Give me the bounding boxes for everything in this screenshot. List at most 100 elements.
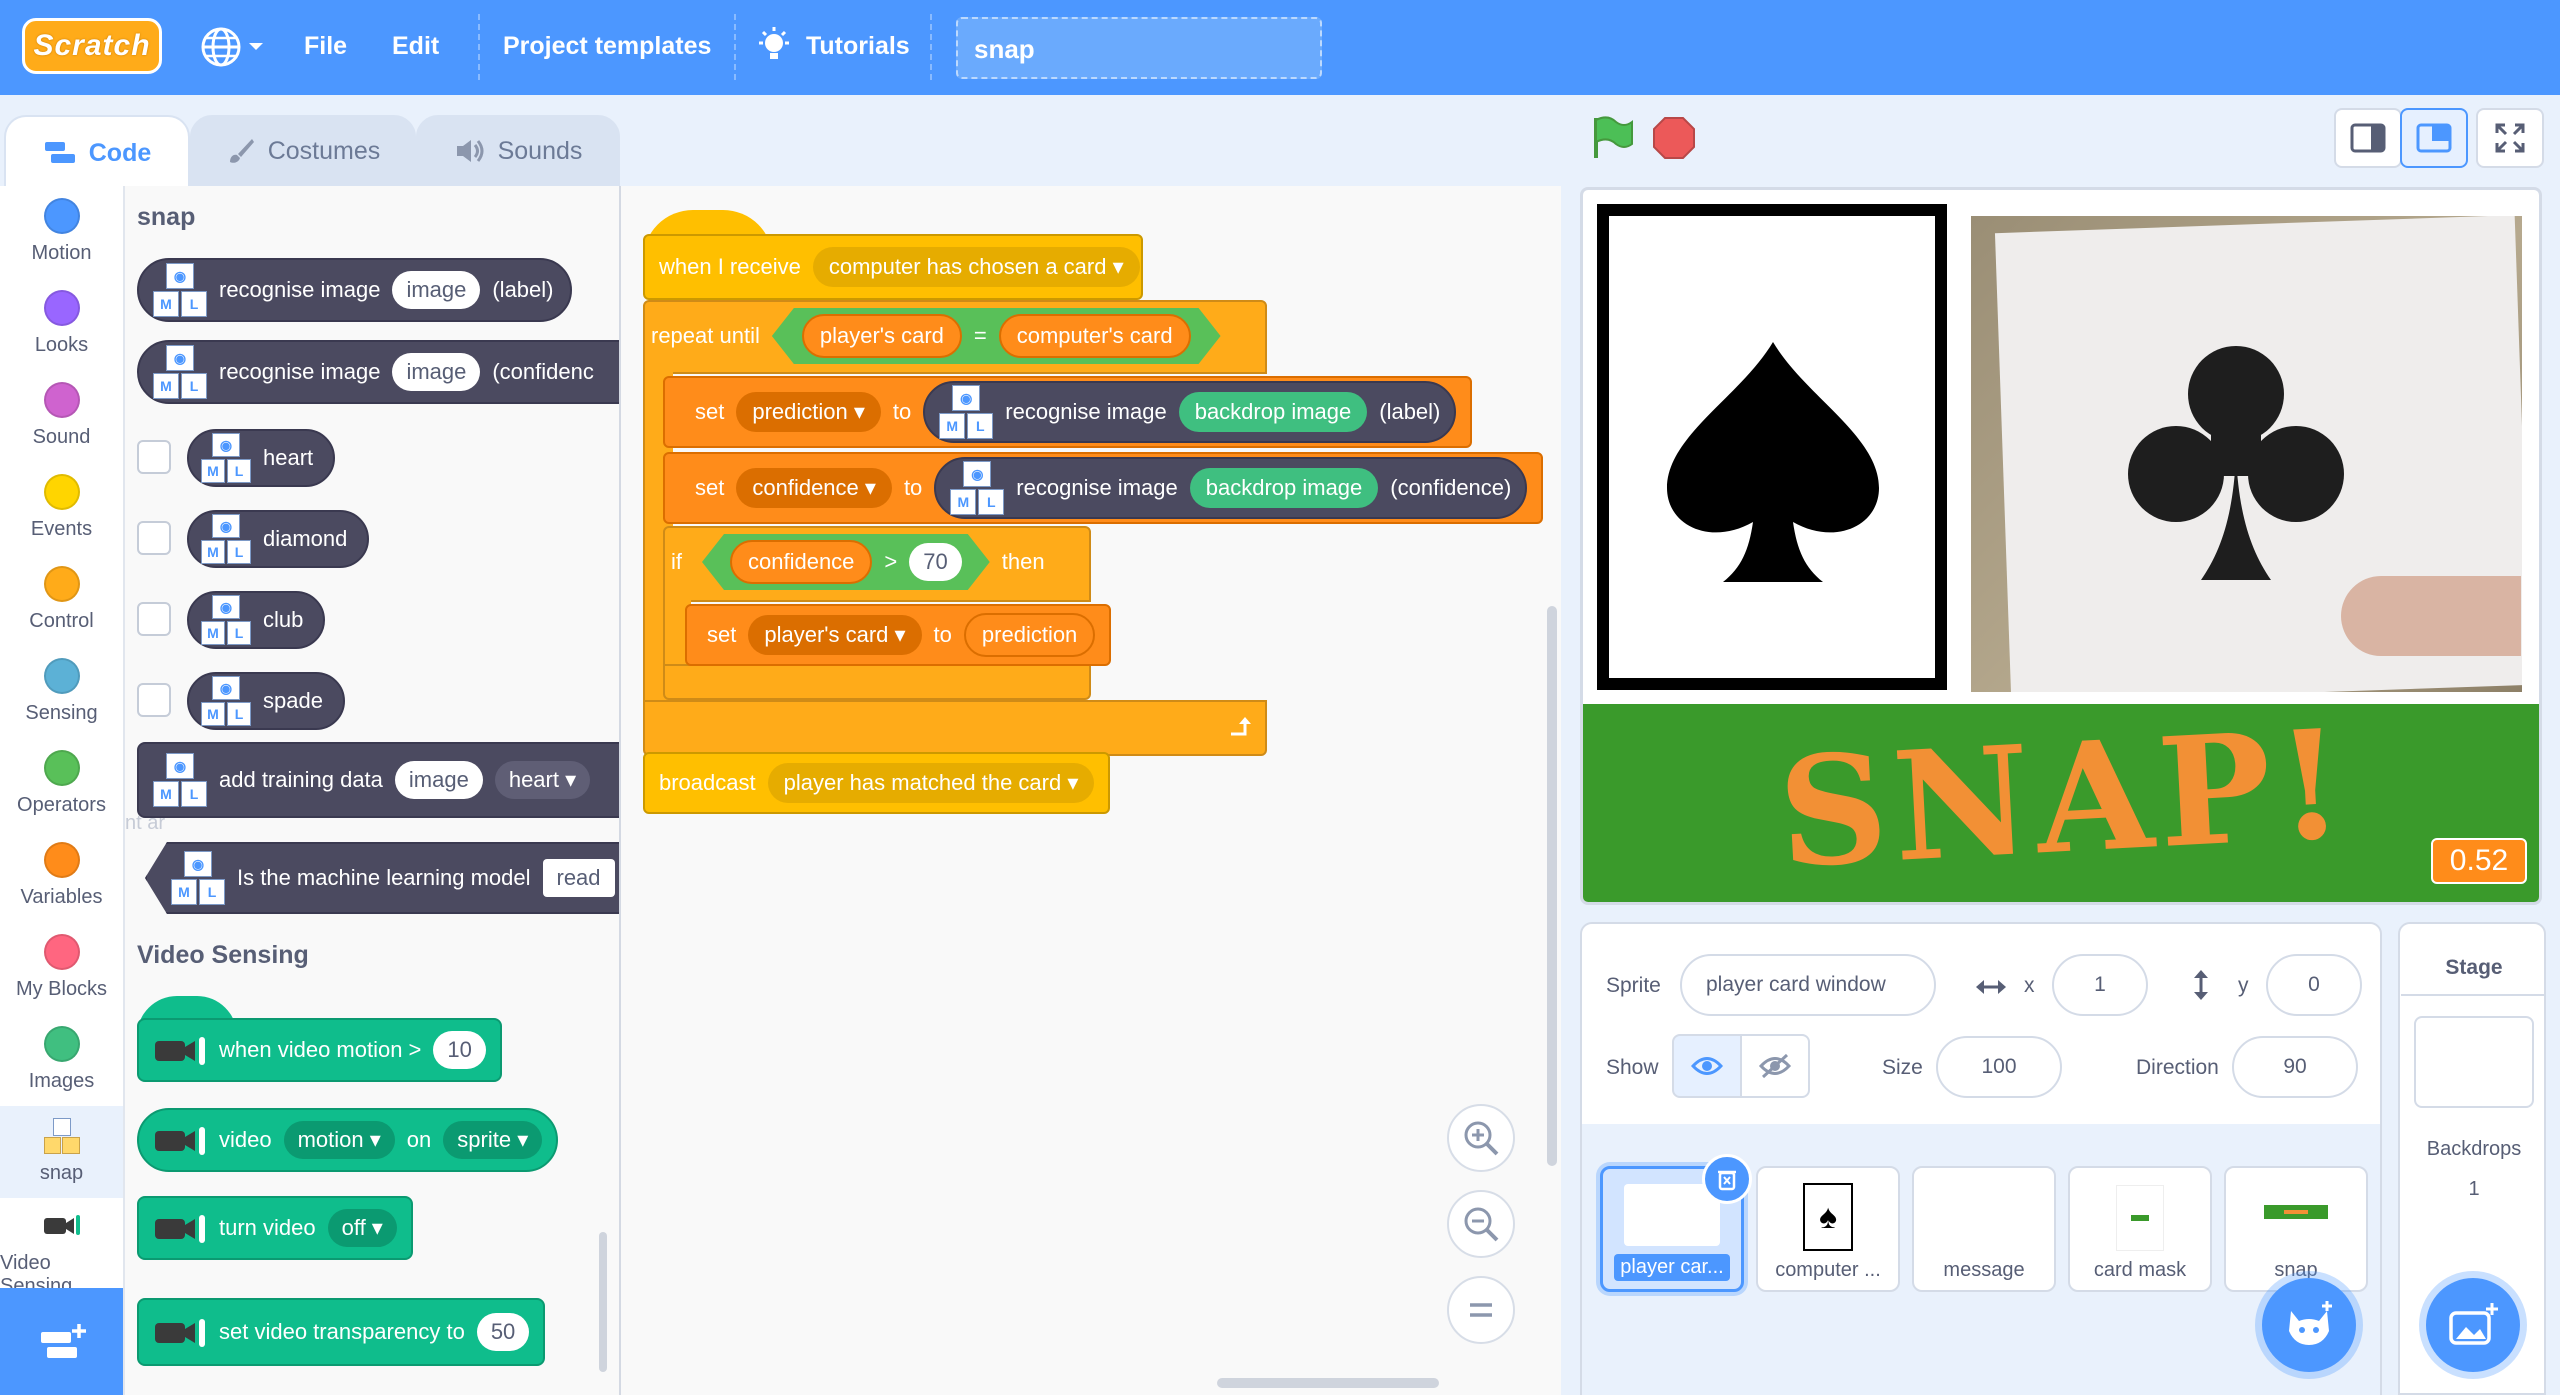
equals-operator[interactable]: player's card = computer's card [772, 308, 1221, 364]
tutorials-menu[interactable]: Tutorials [806, 32, 910, 61]
category-sensing[interactable]: Sensing [0, 646, 123, 738]
recognise-image-confidence-reporter[interactable]: ◉ M L recognise image backdrop image (conf… [934, 457, 1528, 519]
script-horizontal-scrollbar[interactable] [1217, 1378, 1439, 1388]
category-motion[interactable]: Motion [0, 186, 123, 278]
set-confidence-block[interactable]: set confidence ▾ to ◉ M L recognise image … [663, 452, 1544, 524]
file-menu[interactable]: File [304, 32, 347, 61]
turn-video-block[interactable]: turn video off ▾ [137, 1196, 413, 1260]
size-input[interactable]: 100 [1936, 1036, 2062, 1098]
scratch-logo[interactable]: Scratch [22, 18, 162, 74]
hide-sprite-button[interactable] [1740, 1034, 1810, 1098]
label-reporter-heart[interactable]: ◉ M L heart [187, 429, 336, 487]
tab-code[interactable]: Code [4, 115, 190, 189]
ready-dropdown[interactable]: read [542, 859, 615, 897]
checkbox-heart[interactable] [137, 440, 171, 474]
when-i-receive-block[interactable]: when I receive computer has chosen a car… [643, 234, 1143, 300]
category-looks[interactable]: Looks [0, 278, 123, 370]
set-players-card-block[interactable]: set player's card ▾ to prediction [685, 604, 1112, 666]
tutorials-icon[interactable] [756, 26, 792, 71]
computers-card-reporter[interactable]: computer's card [999, 314, 1191, 358]
stage-selector-pane[interactable]: Stage Backdrops 1 [2398, 922, 2546, 1395]
edit-menu[interactable]: Edit [392, 32, 439, 61]
players-card-reporter[interactable]: player's card [802, 314, 962, 358]
category-snap[interactable]: snap [0, 1106, 123, 1198]
stage-canvas[interactable]: SNAP! 0.52 [1580, 187, 2542, 905]
variable-dropdown[interactable]: player's card ▾ [748, 615, 922, 655]
recognise-image-label-reporter[interactable]: ◉ M L recognise image backdrop image (labe… [923, 381, 1457, 443]
variable-dropdown[interactable]: confidence ▾ [736, 468, 892, 508]
threshold-input[interactable]: 70 [909, 543, 961, 581]
sprite-tile-card-mask[interactable]: card mask [2068, 1166, 2212, 1292]
is-model-ready-block[interactable]: ◉ M L Is the machine learning model read [145, 842, 619, 914]
fullscreen-button[interactable] [2476, 108, 2544, 168]
tab-costumes[interactable]: Costumes [190, 115, 416, 187]
category-variables[interactable]: Variables [0, 830, 123, 922]
direction-input[interactable]: 90 [2232, 1036, 2358, 1098]
label-dropdown[interactable]: heart ▾ [494, 761, 591, 799]
backdrop-image-reporter[interactable]: backdrop image [1178, 392, 1368, 432]
category-video-sensing[interactable]: Video Sensing [0, 1198, 123, 1297]
checkbox-club[interactable] [137, 602, 171, 636]
set-video-transparency-block[interactable]: set video transparency to 50 [137, 1298, 546, 1366]
message-dropdown[interactable]: player has matched the card ▾ [767, 763, 1095, 803]
recognise-image-confidence-block[interactable]: ◉ M L recognise image image (confidenc [137, 340, 619, 404]
checkbox-spade[interactable] [137, 683, 171, 717]
show-sprite-button[interactable] [1672, 1034, 1742, 1098]
category-events[interactable]: Events [0, 462, 123, 554]
backdrop-image-reporter[interactable]: backdrop image [1189, 468, 1379, 508]
add-backdrop-button[interactable] [2426, 1278, 2520, 1372]
image-input[interactable]: image [394, 761, 483, 799]
broadcast-block[interactable]: broadcast player has matched the card ▾ [643, 752, 1111, 814]
project-templates-menu[interactable]: Project templates [503, 32, 711, 61]
motion-input[interactable]: 10 [433, 1031, 486, 1069]
category-images[interactable]: Images [0, 1014, 123, 1106]
variable-monitor[interactable]: 0.52 [2431, 838, 2527, 884]
project-title-input[interactable]: snap [956, 17, 1322, 79]
category-sound[interactable]: Sound [0, 370, 123, 462]
stop-button[interactable] [1652, 116, 1696, 165]
delete-sprite-button[interactable] [1702, 1154, 1752, 1204]
language-icon[interactable] [200, 25, 270, 69]
sprite-name-input[interactable]: player card window [1680, 954, 1936, 1016]
confidence-reporter[interactable]: confidence [730, 540, 872, 584]
zoom-out-button[interactable] [1447, 1190, 1515, 1258]
sprite-tile-message[interactable]: message [1912, 1166, 2056, 1292]
category-my-blocks[interactable]: My Blocks [0, 922, 123, 1014]
transparency-input[interactable]: 50 [476, 1313, 530, 1351]
label-reporter-diamond[interactable]: ◉ M L diamond [187, 510, 370, 568]
set-prediction-block[interactable]: set prediction ▾ to ◉ M L recognise image … [663, 376, 1473, 448]
video-state-dropdown[interactable]: off ▾ [327, 1209, 397, 1247]
zoom-in-button[interactable] [1447, 1104, 1515, 1172]
video-motion-on-sprite-block[interactable]: video motion ▾ on sprite ▾ [137, 1108, 559, 1172]
category-operators[interactable]: Operators [0, 738, 123, 830]
when-video-motion-block[interactable]: when video motion > 10 [137, 1018, 502, 1082]
reset-zoom-button[interactable] [1447, 1276, 1515, 1344]
subject-dropdown[interactable]: sprite ▾ [443, 1121, 543, 1159]
tab-sounds[interactable]: Sounds [416, 115, 620, 187]
label-reporter-club[interactable]: ◉ M L club [187, 591, 326, 649]
variable-dropdown[interactable]: prediction ▾ [736, 392, 881, 432]
message-dropdown[interactable]: computer has chosen a card ▾ [812, 247, 1140, 287]
sprite-tile-computer-card[interactable]: ♠ computer ... [1756, 1166, 1900, 1292]
add-training-data-block[interactable]: ◉ M L add training data image heart ▾ [137, 742, 619, 818]
small-stage-button[interactable] [2334, 108, 2402, 168]
script-vertical-scrollbar[interactable] [1547, 606, 1557, 1166]
add-extension-button[interactable] [0, 1288, 123, 1395]
greater-than-operator[interactable]: confidence > 70 [702, 534, 990, 590]
green-flag-button[interactable] [1588, 114, 1636, 167]
normal-stage-button[interactable] [2400, 108, 2468, 168]
prediction-reporter[interactable]: prediction [963, 613, 1096, 657]
image-input[interactable]: image [392, 271, 481, 309]
script-area[interactable]: when I receive computer has chosen a car… [621, 186, 1561, 1395]
image-input[interactable]: image [392, 353, 481, 391]
x-input[interactable]: 1 [2052, 954, 2148, 1016]
sprite-tile-snap[interactable]: snap [2224, 1166, 2368, 1292]
flyout-scrollbar[interactable] [599, 1232, 607, 1372]
add-sprite-button[interactable] [2262, 1278, 2356, 1372]
y-input[interactable]: 0 [2266, 954, 2362, 1016]
label-reporter-spade[interactable]: ◉ M L spade [187, 672, 345, 730]
recognise-image-label-block[interactable]: ◉ M L recognise image image (label) [137, 258, 572, 322]
attribute-dropdown[interactable]: motion ▾ [283, 1121, 395, 1159]
backdrop-thumbnail[interactable] [2414, 1016, 2534, 1108]
checkbox-diamond[interactable] [137, 521, 171, 555]
